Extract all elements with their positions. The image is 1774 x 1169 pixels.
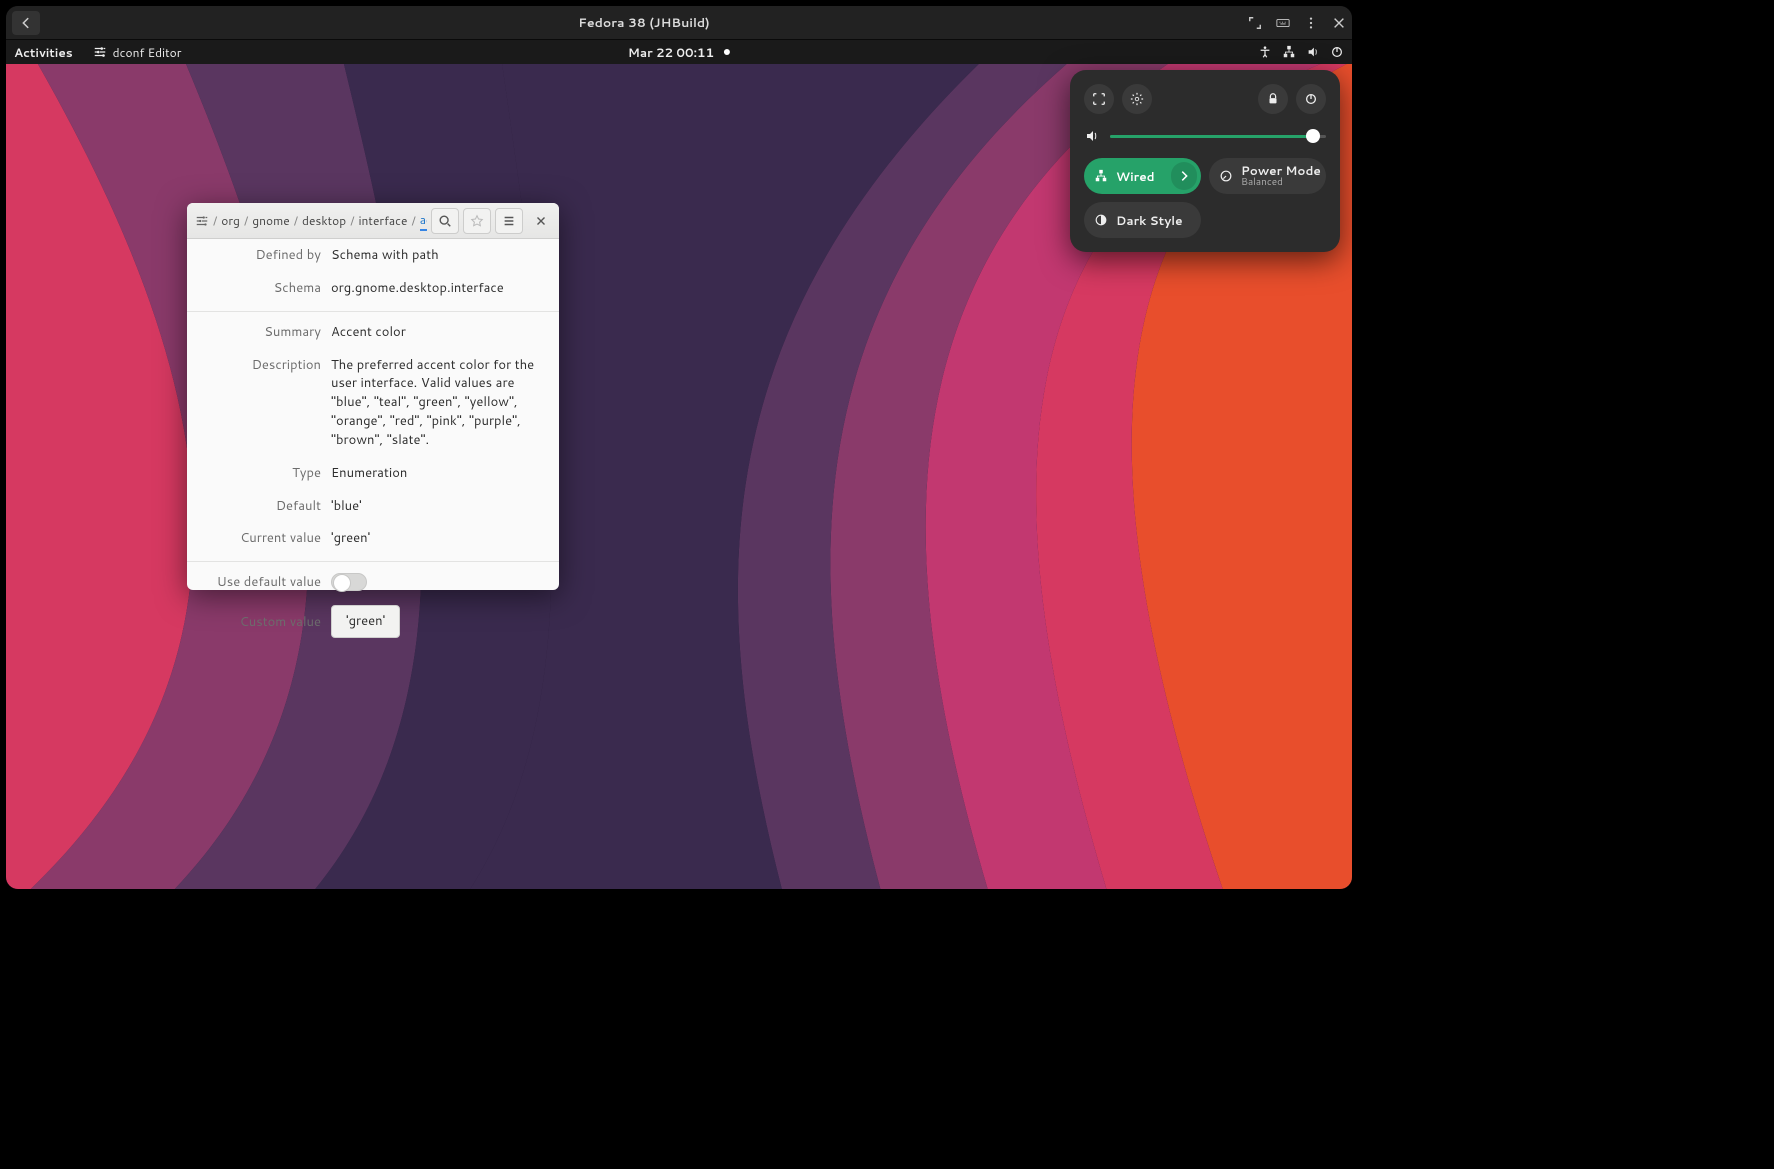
breadcrumb-segment[interactable]: org <box>221 212 240 229</box>
dconf-editor-window: / org / gnome / desktop / interface / ac… <box>187 203 559 590</box>
hamburger-button[interactable] <box>495 208 523 234</box>
chevron-right-icon[interactable] <box>1171 162 1197 190</box>
field-value: The preferred accent color for the user … <box>331 356 549 450</box>
power-mode-tile[interactable]: Power Mode Balanced <box>1209 158 1326 194</box>
field-row: Summary Accent color <box>187 316 559 349</box>
lock-button[interactable] <box>1258 84 1288 114</box>
field-value: Schema with path <box>331 246 549 265</box>
field-label: Use default value <box>197 573 321 591</box>
breadcrumb-segment[interactable]: interface <box>358 212 407 229</box>
screenshot-button[interactable] <box>1084 84 1114 114</box>
accessibility-icon <box>1258 45 1272 59</box>
dconf-headerbar: / org / gnome / desktop / interface / ac… <box>187 203 559 239</box>
field-row: Schema org.gnome.desktop.interface <box>187 272 559 305</box>
field-value: 'blue' <box>331 497 549 516</box>
dark-mode-icon <box>1094 213 1108 227</box>
notification-dot-icon <box>724 49 730 55</box>
vm-title: Fedora 38 (JHBuild) <box>578 14 709 32</box>
keyboard-icon[interactable] <box>1276 16 1290 30</box>
settings-button[interactable] <box>1122 84 1152 114</box>
field-row: Type Enumeration <box>187 457 559 490</box>
field-label: Defined by <box>197 246 321 265</box>
search-icon <box>438 214 452 228</box>
breadcrumb-segment-active[interactable]: acce… color <box>420 211 427 231</box>
field-label: Description <box>197 356 321 450</box>
field-label: Default <box>197 497 321 516</box>
volume-icon <box>1084 128 1100 144</box>
network-icon <box>1282 45 1296 59</box>
app-name: dconf Editor <box>113 44 182 61</box>
quick-settings-popover: Wired Power Mode Balanced Dark Style <box>1070 70 1340 252</box>
volume-icon <box>1306 45 1320 59</box>
dark-style-tile[interactable]: Dark Style <box>1084 202 1201 238</box>
field-label: Summary <box>197 323 321 342</box>
settings-sliders-icon <box>93 45 107 59</box>
custom-value-combo[interactable]: 'green' <box>331 605 400 638</box>
power-button[interactable] <box>1296 84 1326 114</box>
search-button[interactable] <box>431 208 459 234</box>
field-label: Custom value <box>197 613 321 631</box>
activities-button[interactable]: Activities <box>14 44 73 61</box>
field-value: 'green' <box>331 529 549 548</box>
fullscreen-icon[interactable] <box>1248 16 1262 30</box>
network-icon <box>1094 169 1108 183</box>
field-value: Enumeration <box>331 464 549 483</box>
tile-label: Dark Style <box>1116 212 1183 229</box>
star-icon <box>470 214 484 228</box>
field-row: Custom value 'green' <box>187 598 559 645</box>
system-menu-trigger[interactable] <box>1258 45 1344 59</box>
field-label: Type <box>197 464 321 483</box>
screenshot-icon <box>1092 92 1106 106</box>
field-label: Current value <box>197 529 321 548</box>
window-close-button[interactable] <box>527 208 555 234</box>
menu-icon[interactable] <box>1304 16 1318 30</box>
field-value: org.gnome.desktop.interface <box>331 279 549 298</box>
field-row: Description The preferred accent color f… <box>187 349 559 457</box>
field-value: Accent color <box>331 323 549 342</box>
breadcrumb-segment[interactable]: gnome <box>252 212 290 229</box>
app-menu[interactable]: dconf Editor <box>93 44 182 61</box>
tile-sublabel: Balanced <box>1241 177 1321 188</box>
power-icon <box>1304 92 1318 106</box>
vm-titlebar: Fedora 38 (JHBuild) <box>6 6 1352 40</box>
power-mode-icon <box>1219 169 1233 183</box>
bookmark-button[interactable] <box>463 208 491 234</box>
field-label: Schema <box>197 279 321 298</box>
breadcrumb: / org / gnome / desktop / interface / ac… <box>191 211 427 231</box>
breadcrumb-segment[interactable]: desktop <box>302 212 346 229</box>
field-row: Use default value <box>187 566 559 598</box>
clock-text: Mar 22 00:11 <box>628 44 714 61</box>
volume-slider[interactable] <box>1084 128 1326 144</box>
power-icon <box>1330 45 1344 59</box>
field-row: Current value 'green' <box>187 522 559 555</box>
hamburger-icon <box>502 214 516 228</box>
settings-sliders-icon[interactable] <box>195 214 209 228</box>
lock-icon <box>1266 92 1280 106</box>
gnome-panel: Activities dconf Editor Mar 22 00:11 <box>6 40 1352 64</box>
tile-label: Wired <box>1116 168 1155 185</box>
use-default-toggle[interactable] <box>331 573 367 591</box>
field-row: Defined by Schema with path <box>187 239 559 272</box>
close-icon <box>534 214 548 228</box>
clock[interactable]: Mar 22 00:11 <box>628 44 730 61</box>
gear-icon <box>1130 92 1144 106</box>
chevron-left-icon <box>19 16 33 30</box>
back-button[interactable] <box>12 11 40 35</box>
wired-tile[interactable]: Wired <box>1084 158 1201 194</box>
field-row: Default 'blue' <box>187 490 559 523</box>
close-icon[interactable] <box>1332 16 1346 30</box>
